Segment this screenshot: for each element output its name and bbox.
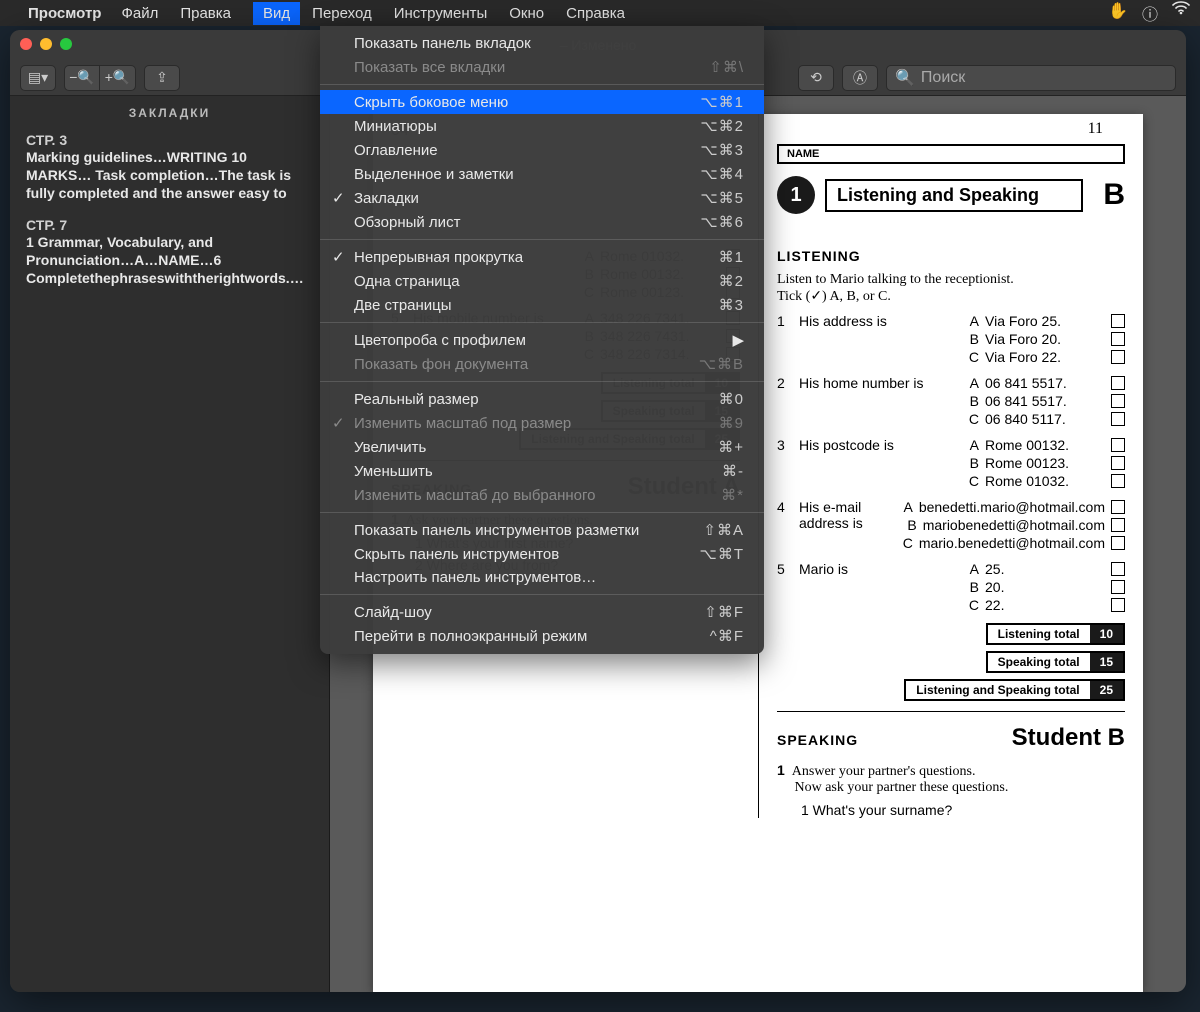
search-icon: 🔍: [895, 68, 915, 88]
menu-item: ✓Изменить масштаб под размер⌘9: [320, 411, 764, 435]
menu-item: Изменить масштаб до выбранного⌘*: [320, 483, 764, 507]
bookmark-item[interactable]: СТР. 3 Marking guidelines…WRITING 10 MAR…: [10, 128, 329, 213]
app-name[interactable]: Просмотр: [28, 5, 101, 22]
zoom-out-button[interactable]: −🔍: [64, 65, 100, 91]
search-input[interactable]: 🔍 Поиск: [886, 65, 1176, 91]
bookmarks-sidebar: ЗАКЛАДКИ СТР. 3 Marking guidelines…WRITI…: [10, 96, 330, 992]
menubar: Просмотр Файл Правка Вид Переход Инструм…: [0, 0, 1200, 26]
menu-item[interactable]: Перейти в полноэкранный режим^⌘F: [320, 624, 764, 648]
unit-badge: 1: [777, 176, 815, 214]
bookmark-page: СТР. 7: [26, 217, 313, 233]
sidebar-title: ЗАКЛАДКИ: [10, 96, 329, 128]
wifi-icon[interactable]: [1172, 1, 1190, 25]
name-label: NAME: [777, 144, 1125, 164]
menu-item[interactable]: Скрыть боковое меню⌥⌘1: [320, 90, 764, 114]
menu-item[interactable]: Две страницы⌘3: [320, 293, 764, 317]
unit-title: Listening and Speaking: [825, 179, 1083, 212]
bookmark-text: 1 Grammar, Vocabulary, and Pronunciation…: [26, 233, 313, 288]
menu-item[interactable]: Настроить панель инструментов…: [320, 566, 764, 589]
menu-item[interactable]: Оглавление⌥⌘3: [320, 138, 764, 162]
traffic-lights: [20, 38, 72, 50]
menu-file[interactable]: Файл: [121, 5, 158, 22]
menu-item[interactable]: Миниатюры⌥⌘2: [320, 114, 764, 138]
bookmark-item[interactable]: СТР. 7 1 Grammar, Vocabulary, and Pronun…: [10, 213, 329, 298]
menu-item: Показать фон документа⌥⌘B: [320, 352, 764, 376]
menu-item[interactable]: Скрыть панель инструментов⌥⌘T: [320, 542, 764, 566]
window-minimize-button[interactable]: [40, 38, 52, 50]
menu-help[interactable]: Справка: [566, 5, 625, 22]
section-heading: LISTENING: [777, 248, 1125, 264]
bookmark-text: Marking guidelines…WRITING 10 MARKS… Tas…: [26, 148, 313, 203]
menu-item[interactable]: Одна страница⌘2: [320, 269, 764, 293]
sidebar-toggle-button[interactable]: ▤▾: [20, 65, 56, 91]
menu-tools[interactable]: Инструменты: [394, 5, 488, 22]
menu-item[interactable]: ✓Непрерывная прокрутка⌘1: [320, 245, 764, 269]
menu-item[interactable]: Выделенное и заметки⌥⌘4: [320, 162, 764, 186]
menu-go[interactable]: Переход: [312, 5, 372, 22]
share-button[interactable]: ⇪: [144, 65, 180, 91]
window-close-button[interactable]: [20, 38, 32, 50]
menu-item[interactable]: Показать панель вкладок: [320, 32, 764, 55]
hand-icon[interactable]: ✋: [1108, 1, 1128, 25]
bookmark-page: СТР. 3: [26, 132, 313, 148]
menu-item: Показать все вкладки⇧⌘\: [320, 55, 764, 79]
menu-item[interactable]: Обзорный лист⌥⌘6: [320, 210, 764, 234]
page-number: 11: [759, 114, 1143, 144]
menu-edit[interactable]: Правка: [180, 5, 231, 22]
accessibility-icon[interactable]: ⓘ: [1142, 1, 1158, 25]
search-placeholder: Поиск: [921, 69, 965, 87]
menu-item[interactable]: Цветопроба с профилем▶: [320, 328, 764, 352]
variant-letter: B: [1103, 178, 1125, 212]
menu-item[interactable]: Слайд-шоу⇧⌘F: [320, 600, 764, 624]
markup-button[interactable]: Ⓐ: [842, 65, 878, 91]
menu-view[interactable]: Вид: [253, 2, 300, 25]
menu-item[interactable]: Показать панель инструментов разметки⇧⌘A: [320, 518, 764, 542]
window-zoom-button[interactable]: [60, 38, 72, 50]
menu-item[interactable]: Реальный размер⌘0: [320, 387, 764, 411]
menu-item[interactable]: ✓Закладки⌥⌘5: [320, 186, 764, 210]
menu-item[interactable]: Увеличить⌘+: [320, 435, 764, 459]
menu-item[interactable]: Уменьшить⌘-: [320, 459, 764, 483]
rotate-button[interactable]: ⟲: [798, 65, 834, 91]
view-menu-dropdown: Показать панель вкладокПоказать все вкла…: [320, 26, 764, 654]
menu-window[interactable]: Окно: [509, 5, 544, 22]
zoom-in-button[interactable]: +🔍: [100, 65, 136, 91]
